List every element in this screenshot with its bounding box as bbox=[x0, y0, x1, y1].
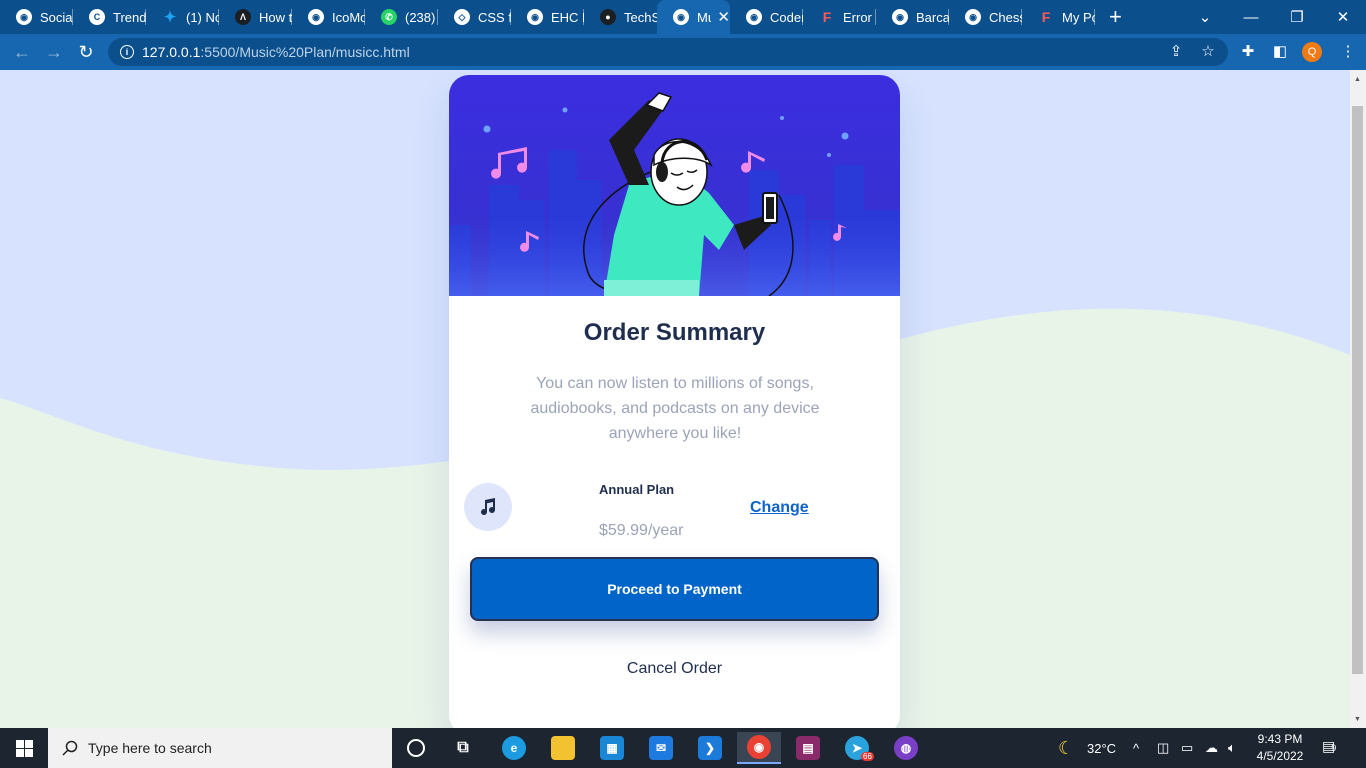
tab-twitter[interactable]: ✦ (1) No bbox=[146, 0, 219, 34]
globe-icon: ◉ bbox=[527, 9, 543, 25]
mail-icon[interactable]: ✉ bbox=[639, 732, 683, 764]
notification-count: 9 bbox=[1331, 743, 1337, 753]
tab-strip: ◉ Social C Trendi ✦ (1) No Λ How t ◉ IcoMo ✆(… bbox=[0, 0, 1366, 34]
tab-icomoon[interactable]: ◉ IcoMo bbox=[292, 0, 365, 34]
tab-css-filter[interactable]: ◇CSS fil bbox=[438, 0, 511, 34]
frontendmentor-icon: F bbox=[1041, 9, 1051, 25]
forward-icon[interactable]: → bbox=[38, 36, 70, 68]
minimize-icon[interactable]: — bbox=[1228, 0, 1274, 34]
scroll-down-icon[interactable]: ▼ bbox=[1354, 716, 1361, 723]
close-icon[interactable]: ✕ bbox=[717, 8, 730, 26]
chrome-taskbar-icon[interactable]: ◉ bbox=[737, 732, 781, 764]
volume-icon[interactable]: 🔈︎ bbox=[1228, 728, 1236, 768]
tab-error[interactable]: F Error bbox=[803, 0, 876, 34]
cortana-icon[interactable] bbox=[394, 732, 438, 764]
tray-chevron-up-icon[interactable]: ^ bbox=[1133, 728, 1139, 768]
page-title: Order Summary bbox=[583, 319, 766, 346]
globe-icon: ◉ bbox=[746, 9, 762, 25]
telegram-icon[interactable]: ➤ 66 bbox=[835, 732, 879, 764]
twitter-icon: ✦ bbox=[163, 9, 177, 26]
whatsapp-icon: ✆ bbox=[381, 9, 397, 25]
tab-social[interactable]: ◉ Social bbox=[0, 0, 73, 34]
hero-illustration bbox=[449, 75, 900, 296]
github-icon: ● bbox=[600, 9, 616, 25]
menu-kebab-icon[interactable]: ⋮ bbox=[1338, 42, 1358, 60]
battery-icon[interactable]: ▭ bbox=[1181, 728, 1193, 768]
page-viewport: Order Summary You can now listen to mill… bbox=[0, 70, 1350, 728]
tab-chess[interactable]: ◉Chess bbox=[949, 0, 1022, 34]
music-note-icon bbox=[464, 483, 512, 531]
mix-icon: Λ bbox=[235, 9, 251, 25]
tab-music-active[interactable]: ◉Mu✕ bbox=[657, 0, 730, 34]
close-window-icon[interactable]: ✕ bbox=[1320, 0, 1366, 34]
url-host: 127.0.0.1 bbox=[142, 44, 201, 60]
globe-icon: ◉ bbox=[16, 9, 32, 25]
temperature[interactable]: 32°C bbox=[1087, 728, 1116, 768]
restore-icon[interactable]: ❐ bbox=[1274, 0, 1320, 34]
order-description: You can now listen to millions of songs,… bbox=[530, 375, 820, 442]
order-summary-card: Order Summary You can now listen to mill… bbox=[449, 75, 900, 728]
windows-start-icon[interactable] bbox=[0, 728, 48, 768]
clock-date: 4/5/2022 bbox=[1256, 749, 1304, 763]
extensions-icon[interactable]: ✚ bbox=[1238, 42, 1258, 60]
frontendmentor-icon: F bbox=[822, 9, 832, 25]
plan-price: $59.99/year bbox=[599, 522, 684, 539]
tab-ehc[interactable]: ◉EHC F bbox=[511, 0, 584, 34]
address-bar[interactable]: i 127.0.0.1:5500/Music%20Plan/musicc.htm… bbox=[108, 38, 1228, 66]
meet-now-icon[interactable]: ◫ bbox=[1157, 728, 1169, 768]
reload-icon[interactable]: ↻ bbox=[70, 36, 102, 68]
site-info-icon[interactable]: i bbox=[120, 45, 134, 59]
tab-search-chevron-icon[interactable]: ⌄ bbox=[1182, 0, 1228, 34]
scroll-up-icon[interactable]: ▲ bbox=[1354, 76, 1361, 83]
browser-toolbar: ← → ↻ i 127.0.0.1:5500/Music%20Plan/musi… bbox=[0, 34, 1366, 70]
url-path: :5500/Music%20Plan/musicc.html bbox=[200, 44, 410, 60]
profile-avatar[interactable]: Q bbox=[1302, 42, 1322, 62]
star-icon[interactable]: ☆ bbox=[1198, 42, 1218, 60]
edge-icon[interactable]: e bbox=[492, 732, 536, 764]
back-icon[interactable]: ← bbox=[6, 36, 38, 68]
clock-time: 9:43 PM bbox=[1257, 732, 1303, 746]
file-explorer-icon[interactable] bbox=[541, 732, 585, 764]
tab-how-to[interactable]: Λ How t bbox=[219, 0, 292, 34]
tab-techs[interactable]: ● TechS bbox=[584, 0, 657, 34]
search-icon bbox=[62, 740, 78, 756]
globe-icon: ◉ bbox=[965, 9, 981, 25]
scrollbar-thumb[interactable] bbox=[1352, 106, 1363, 674]
tab-trending[interactable]: C Trendi bbox=[73, 0, 146, 34]
system-clock[interactable]: 9:43 PM 4/5/2022 bbox=[1250, 731, 1310, 765]
tab-whatsapp[interactable]: ✆(238) Y bbox=[365, 0, 438, 34]
cancel-order-button[interactable]: Cancel Order bbox=[449, 660, 900, 678]
telegram-badge: 66 bbox=[861, 752, 874, 761]
change-plan-link[interactable]: Change bbox=[750, 499, 809, 517]
globe-icon: ◉ bbox=[673, 9, 689, 25]
tab-my-portfolio[interactable]: FMy Po bbox=[1022, 0, 1095, 34]
weather-moon-icon[interactable]: ☾ bbox=[1058, 728, 1074, 768]
tab-barca[interactable]: ◉ Barca bbox=[876, 0, 949, 34]
task-view-icon[interactable]: ⧉ bbox=[441, 732, 485, 764]
side-panel-icon[interactable]: ◧ bbox=[1270, 42, 1290, 60]
new-tab-plus-icon[interactable]: + bbox=[1109, 4, 1133, 30]
windows-taskbar: Type here to search ⧉ e ▦ ✉ ❯ ◉ ▤ ➤ 66 ◍ … bbox=[0, 728, 1366, 768]
share-icon[interactable]: ⇪ bbox=[1166, 42, 1186, 60]
page-scrollbar[interactable]: ▲ ▼ bbox=[1350, 70, 1366, 728]
notifications-icon[interactable]: ▤9 bbox=[1322, 738, 1336, 755]
microsoft-store-icon[interactable]: ▦ bbox=[590, 732, 634, 764]
tab-coder[interactable]: ◉ Coder bbox=[730, 0, 803, 34]
vscode-icon[interactable]: ❯ bbox=[688, 732, 732, 764]
taskbar-search-input[interactable]: Type here to search bbox=[48, 728, 392, 768]
globe-icon: ◉ bbox=[892, 9, 908, 25]
proceed-to-payment-button[interactable]: Proceed to Payment bbox=[470, 557, 879, 621]
github-desktop-icon[interactable]: ◍ bbox=[884, 732, 928, 764]
codepen-icon: ◇ bbox=[454, 9, 470, 25]
plan-name: Annual Plan bbox=[599, 482, 675, 497]
winrar-icon[interactable]: ▤ bbox=[786, 732, 830, 764]
chrome-icon: C bbox=[89, 9, 105, 25]
onedrive-cloud-icon[interactable]: ☁ bbox=[1205, 728, 1218, 768]
globe-icon: ◉ bbox=[308, 9, 324, 25]
